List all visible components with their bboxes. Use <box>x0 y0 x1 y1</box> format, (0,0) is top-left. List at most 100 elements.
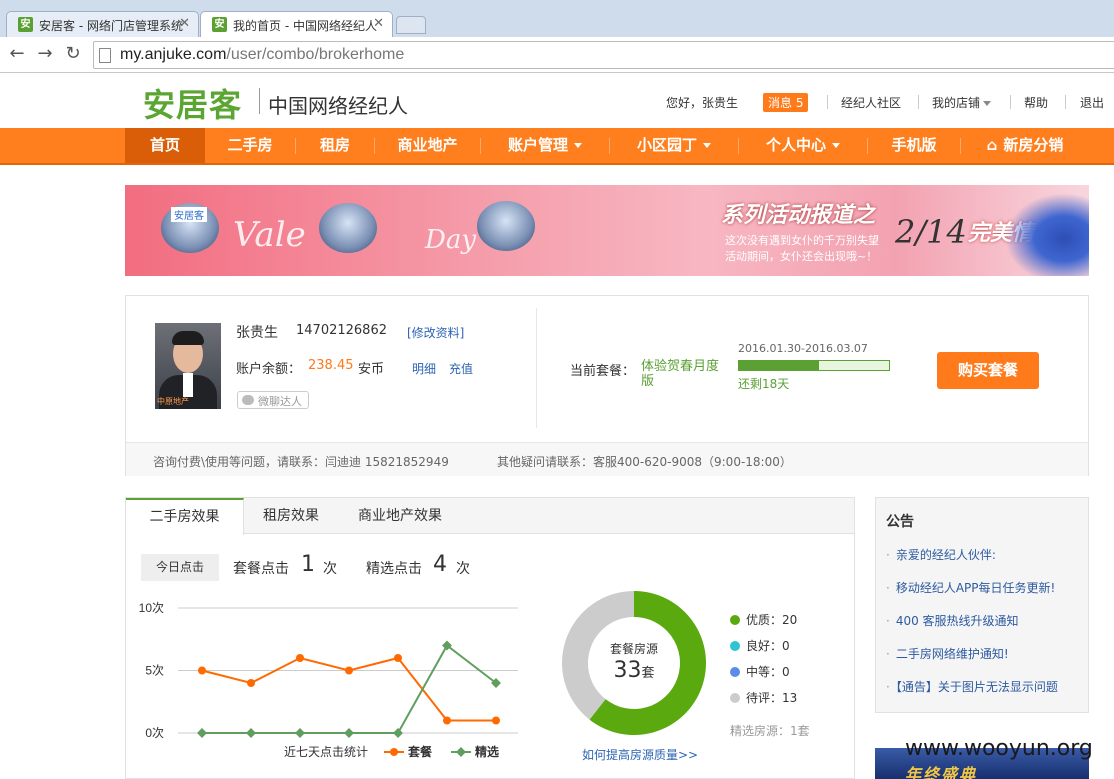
notice-item[interactable]: · 移动经纪人APP每日任务更新! <box>886 579 1055 596</box>
chart-title: 近七天点击统计 <box>284 745 368 759</box>
notice-item[interactable]: · 【通告】关于图片无法显示问题 <box>886 678 1058 695</box>
forward-icon[interactable]: → <box>34 43 56 65</box>
plan-remaining: 还剩18天 <box>738 377 790 391</box>
banner-sign: 安居客 <box>171 207 207 222</box>
legend-label: 套餐 <box>407 744 433 759</box>
legend-excellent: 优质：20 <box>730 611 797 628</box>
new-tab-button[interactable] <box>396 16 426 34</box>
messages-badge[interactable]: 消息 5 <box>763 93 809 112</box>
banner-bouquet-image <box>1005 193 1089 276</box>
legend-marker <box>456 747 466 757</box>
combo-click-label: 套餐点击 <box>233 561 289 577</box>
url-input[interactable]: my.anjuke.com/user/combo/brokerhome <box>93 41 1114 69</box>
listing-quality-donut: 套餐房源 33套 <box>559 588 709 738</box>
nav-community-gardener[interactable]: 小区园丁 <box>610 128 738 163</box>
tab-rent-effect[interactable]: 租房效果 <box>244 498 338 534</box>
data-point <box>393 728 403 738</box>
browser-tabbar: 安 安居客 - 网络门店管理系统 ✕ 安 我的首页 - 中国网络经纪人 ✕ <box>0 0 1114 37</box>
chevron-down-icon <box>574 143 582 148</box>
banner-text: 这次没有遇到女仆的千万别失望 活动期间，女仆还会出现哦~！ <box>725 234 879 263</box>
notice-panel: 公告 · 亲爱的经纪人伙伴: · 移动经纪人APP每日任务更新! · 400 客服热线… <box>875 497 1089 713</box>
nav-commercial[interactable]: 商业地产 <box>375 128 480 163</box>
chevron-down-icon <box>832 143 840 148</box>
edit-profile-link[interactable]: [修改资料] <box>407 324 464 341</box>
url-text: my.anjuke.com/user/combo/brokerhome <box>120 46 405 63</box>
close-icon[interactable]: ✕ <box>373 16 384 31</box>
data-point <box>344 728 354 738</box>
community-link[interactable]: 经纪人社区 <box>841 94 901 111</box>
banner-script-right: Day <box>425 225 477 255</box>
data-point <box>492 716 500 725</box>
browser-tab-title: 安居客 - 网络门店管理系统 <box>39 19 183 33</box>
page-icon <box>99 48 111 63</box>
data-point <box>197 728 207 738</box>
buy-plan-button[interactable]: 购买套餐 <box>937 352 1039 389</box>
nav-account[interactable]: 账户管理 <box>481 128 609 163</box>
balance-label: 账户余额： <box>236 362 302 377</box>
legend-marker <box>390 748 398 756</box>
data-point <box>296 654 304 662</box>
wechat-badge[interactable]: 微聊达人 <box>237 391 309 409</box>
back-icon[interactable]: ← <box>6 43 28 65</box>
banner-script-left: Vale <box>233 215 306 255</box>
address-bar: ← → ↻ my.anjuke.com/user/combo/brokerhom… <box>0 37 1114 73</box>
data-point <box>394 654 402 662</box>
notice-item[interactable]: · 二手房网络维护通知! <box>886 645 1009 662</box>
click-trend-chart: 0次 5次 10次近七天点击统计 套餐 精选 <box>139 601 518 759</box>
broker-phone: 14702126862 <box>296 323 387 338</box>
divider <box>1065 95 1066 109</box>
legend-good: 良好：0 <box>730 637 790 654</box>
site-logo[interactable]: 安居客 <box>143 80 242 126</box>
nav-new-house[interactable]: ⌂ 新房分销 <box>961 128 1089 163</box>
plan-progress-bar <box>738 360 890 371</box>
divider <box>1010 95 1011 109</box>
data-point <box>247 679 255 687</box>
browser-tab-title: 我的首页 - 中国网络经纪人 <box>233 19 377 33</box>
building-icon: ⌂ <box>986 136 998 154</box>
recharge-link[interactable]: 充值 <box>449 360 473 377</box>
notice-item[interactable]: · 400 客服热线升级通知 <box>886 612 1019 629</box>
my-shop-link[interactable]: 我的店铺 <box>932 94 992 111</box>
tab-commercial-effect[interactable]: 商业地产效果 <box>338 498 462 534</box>
nav-home[interactable]: 首页 <box>125 128 205 163</box>
contact-left: 咨询付费\使用等问题，请联系：闫迪迪 15821852949 <box>153 455 449 469</box>
notice-title: 公告 <box>886 514 914 530</box>
promo-banner[interactable]: Vale Day 安居客 系列活动报道之 这次没有遇到女仆的千万别失望 活动期间，… <box>125 185 1089 276</box>
plan-name[interactable]: 体验贺春月度版 <box>641 359 731 389</box>
divider <box>918 95 919 109</box>
close-icon[interactable]: ✕ <box>179 16 190 31</box>
stats-tabs: 二手房效果 租房效果 商业地产效果 <box>126 498 854 535</box>
legend-pending: 待评：13 <box>730 689 797 706</box>
combo-click-value: 1 <box>301 552 315 577</box>
contact-right: 其他疑问请联系：客服400-620-9008（9:00-18:00） <box>497 455 792 469</box>
plan-progress-fill <box>739 361 819 370</box>
browser-tab-1[interactable]: 安 安居客 - 网络门店管理系统 ✕ <box>6 11 199 37</box>
broker-name: 张贵生 <box>236 325 278 341</box>
nav-mobile[interactable]: 手机版 <box>868 128 960 163</box>
reload-icon[interactable]: ↻ <box>62 43 84 65</box>
watermark: www.wooyun.org <box>905 736 1093 761</box>
chevron-down-icon <box>703 143 711 148</box>
tab-second-hand-effect[interactable]: 二手房效果 <box>126 498 244 535</box>
site-header: 安居客 中国网络经纪人 您好，张贵生 消息 5 经纪人社区 我的店铺 帮助 退出 <box>0 74 1114 128</box>
balance-value: 238.45 <box>308 358 354 373</box>
detail-link[interactable]: 明细 <box>412 360 436 377</box>
data-point <box>443 716 451 725</box>
today-clicks-label: 今日点击 <box>141 554 219 581</box>
help-link[interactable]: 帮助 <box>1024 94 1048 111</box>
notice-item[interactable]: · 亲爱的经纪人伙伴: <box>886 546 996 563</box>
combo-click-unit: 次 <box>323 561 337 577</box>
nav-second-hand[interactable]: 二手房 <box>205 128 295 163</box>
heart-photo-1 <box>147 189 233 269</box>
donut-center: 套餐房源 33套 <box>559 588 709 738</box>
site-subtitle: 中国网络经纪人 <box>268 94 408 118</box>
legend-label: 精选 <box>475 744 499 759</box>
nav-personal-center[interactable]: 个人中心 <box>739 128 867 163</box>
legend-dot <box>730 693 740 703</box>
nav-rent[interactable]: 租房 <box>296 128 374 163</box>
logout-link[interactable]: 退出 <box>1080 94 1104 111</box>
account-panel: 中原地产 张贵生 14702126862 [修改资料] 账户余额： 238.45… <box>125 295 1089 476</box>
improve-quality-link[interactable]: 如何提高房源质量>> <box>582 746 698 763</box>
browser-tab-2[interactable]: 安 我的首页 - 中国网络经纪人 ✕ <box>200 11 393 37</box>
data-point <box>345 666 353 675</box>
